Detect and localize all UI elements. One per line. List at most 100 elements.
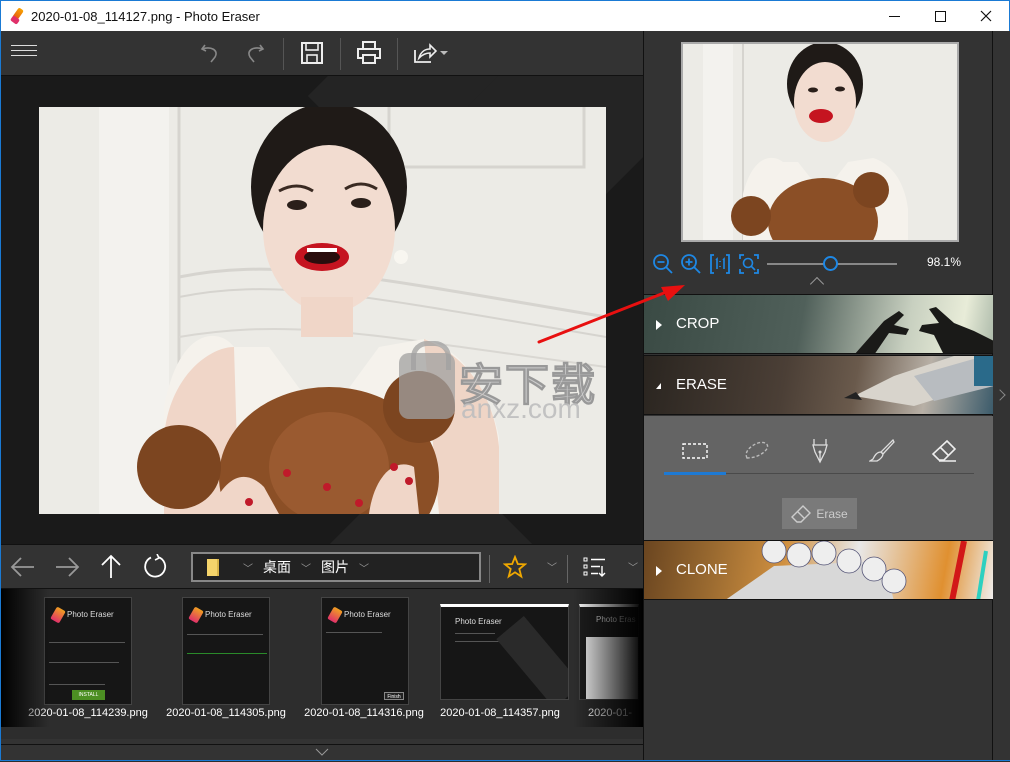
navigator-preview[interactable] <box>681 42 959 242</box>
path-breadcrumb[interactable]: ﹀ 桌面 ﹀ 图片 ﹀ <box>191 552 481 582</box>
dropdown-caret-icon <box>439 51 448 55</box>
sort-dropdown-icon[interactable]: ﹀ <box>628 559 638 574</box>
collapse-triangle-icon <box>656 383 661 389</box>
watermark: 安下载 anxz.com <box>399 341 614 424</box>
erase-button-label: Erase <box>816 506 848 521</box>
tool-pen[interactable] <box>789 433 851 469</box>
app-window: 2020-01-08_114127.png - Photo Eraser 安下载… <box>0 0 1010 761</box>
expand-triangle-icon <box>656 566 662 576</box>
divider <box>489 555 490 583</box>
favorites-button[interactable] <box>501 553 529 581</box>
refresh-icon <box>144 554 167 578</box>
tool-rectangle-select[interactable] <box>664 433 726 469</box>
chevron-down-icon[interactable]: ﹀ <box>301 560 311 575</box>
chevron-down-icon[interactable]: ﹀ <box>243 560 253 575</box>
pen-icon <box>812 439 828 464</box>
sort-button[interactable] <box>581 553 609 581</box>
favorites-dropdown-icon[interactable]: ﹀ <box>547 559 557 574</box>
zoom-controls: 98.1% <box>644 251 994 277</box>
redo-icon <box>248 44 265 63</box>
clone-banner-art <box>726 541 988 599</box>
thumbnail-mini-button: Finish <box>384 692 404 700</box>
star-icon <box>503 555 527 579</box>
brush-icon <box>869 439 895 462</box>
save-button[interactable] <box>297 38 327 68</box>
tool-eraser[interactable] <box>913 433 975 469</box>
divider <box>567 555 568 583</box>
section-label: CLONE <box>676 561 728 578</box>
maximize-icon <box>934 10 946 22</box>
back-button[interactable] <box>9 553 37 581</box>
up-button[interactable] <box>97 553 125 581</box>
chevron-right-icon[interactable] <box>994 389 1006 401</box>
hamburger-menu-button[interactable] <box>11 45 37 61</box>
window-title: 2020-01-08_114127.png - Photo Eraser <box>31 8 260 24</box>
thumbnail-caption: 2020-01-08_114305.png <box>166 707 286 719</box>
thumbnail-strip: Photo Eraser INSTALL 2020-01-08_114239.p… <box>1 589 643 739</box>
undo-icon <box>200 44 217 63</box>
redo-button[interactable] <box>239 38 269 68</box>
thumbnail-caption: 2020-01-08_114316.png <box>304 707 424 719</box>
thumbnail-mini-title: Photo Eraser <box>205 610 252 619</box>
toolbar-divider <box>397 38 398 70</box>
section-crop[interactable]: CROP <box>644 294 994 354</box>
close-icon <box>980 10 992 22</box>
app-logo-icon <box>10 7 25 25</box>
active-tool-indicator <box>664 472 726 475</box>
tool-brush[interactable] <box>851 433 913 469</box>
zoom-in-icon[interactable] <box>680 253 702 275</box>
close-button[interactable] <box>963 1 1009 31</box>
refresh-button[interactable] <box>141 553 169 581</box>
thumbnail-mini-title: Photo Eraser <box>344 610 391 619</box>
zoom-percent: 98.1% <box>927 255 962 269</box>
fit-to-window-icon[interactable] <box>738 253 760 275</box>
breadcrumb-desktop[interactable]: 桌面 <box>263 557 291 577</box>
expand-triangle-icon <box>656 320 662 330</box>
image-canvas[interactable] <box>1 76 643 544</box>
erase-button[interactable]: Erase <box>782 498 857 529</box>
thumbnail-mini-button: INSTALL <box>72 690 105 700</box>
share-button[interactable] <box>409 38 451 68</box>
main-photo[interactable] <box>39 107 606 514</box>
side-panel-toggle[interactable] <box>993 31 1010 760</box>
eraser-icon <box>791 504 812 523</box>
sort-list-icon <box>583 557 606 577</box>
file-browser-bar: ﹀ 桌面 ﹀ 图片 ﹀ ﹀ ﹀ <box>1 544 643 589</box>
minimize-button[interactable] <box>871 1 917 31</box>
scroll-fade-left <box>1 589 49 727</box>
forward-button[interactable] <box>53 553 81 581</box>
thumbnail-mini-title: Photo Eraser <box>67 610 114 619</box>
chevron-down-icon[interactable]: ﹀ <box>359 560 369 575</box>
section-erase[interactable]: ERASE <box>644 355 994 415</box>
watermark-text-en: anxz.com <box>461 393 581 424</box>
zoom-out-icon[interactable] <box>652 253 674 275</box>
save-icon <box>301 42 323 64</box>
collapse-preview-icon[interactable] <box>809 276 825 292</box>
zoom-slider-handle[interactable] <box>823 256 839 271</box>
main-toolbar <box>1 31 643 76</box>
print-button[interactable] <box>354 38 384 68</box>
section-label: CROP <box>676 315 720 332</box>
minimize-icon <box>888 15 900 17</box>
right-panel: 98.1% CROP ERASE Erase CLONE <box>643 31 994 760</box>
share-icon <box>413 43 437 63</box>
up-arrow-icon <box>101 554 121 578</box>
tool-lasso-select[interactable] <box>726 433 788 469</box>
toolbar-divider <box>340 38 341 70</box>
undo-button[interactable] <box>196 38 226 68</box>
actual-size-icon[interactable] <box>709 253 731 275</box>
chevron-down-icon[interactable] <box>315 748 329 756</box>
lasso-select-icon <box>745 441 769 459</box>
thumbnail-toggle-bar[interactable] <box>1 744 643 760</box>
section-label: ERASE <box>676 376 727 393</box>
title-bar: 2020-01-08_114127.png - Photo Eraser <box>1 1 1009 31</box>
toolbar-divider <box>283 38 284 70</box>
eraser-icon <box>931 439 957 462</box>
breadcrumb-pictures[interactable]: 图片 <box>321 557 349 577</box>
section-clone[interactable]: CLONE <box>644 540 994 600</box>
thumbnail-mini-title: Photo Eraser <box>455 617 502 626</box>
scroll-fade-right <box>573 589 643 727</box>
back-arrow-icon <box>10 557 34 577</box>
print-icon <box>357 41 381 64</box>
maximize-button[interactable] <box>917 1 963 31</box>
